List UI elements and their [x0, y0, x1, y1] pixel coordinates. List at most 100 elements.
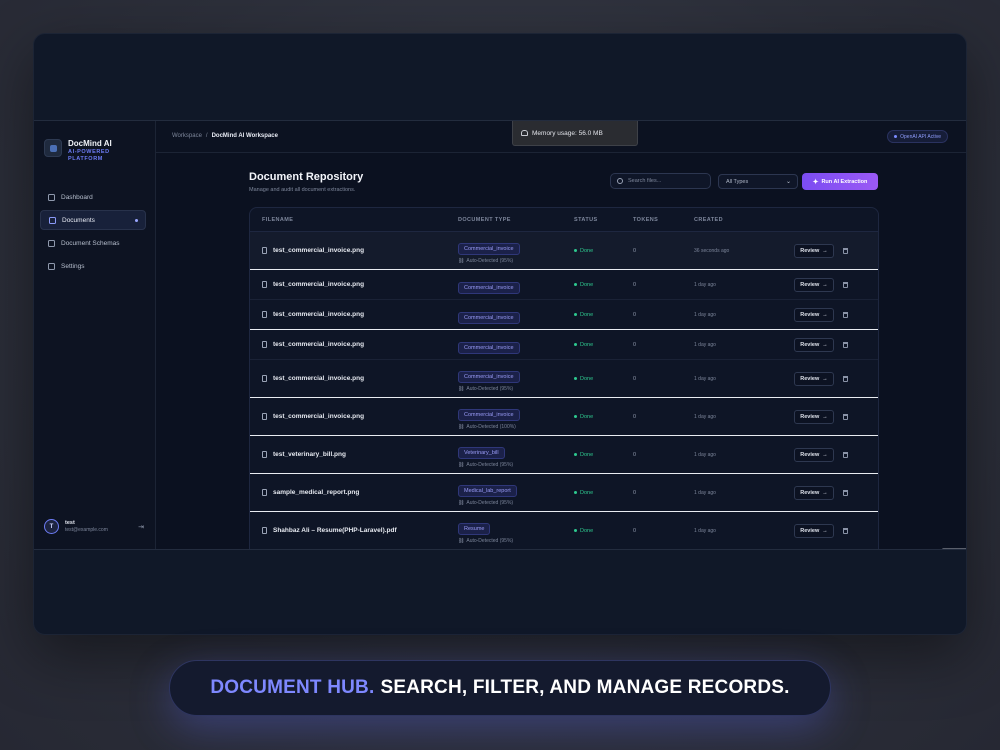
status-badge: Done	[574, 414, 633, 420]
grid-icon	[48, 193, 55, 201]
review-button[interactable]: Review →	[794, 337, 834, 352]
auto-detected-note: ⛓ Auto-Detected (100%)	[458, 424, 574, 430]
status-text: Done	[580, 489, 594, 496]
filename-text: test_veterinary_bill.png	[273, 451, 346, 458]
column-header-created[interactable]: CREATED	[694, 217, 794, 223]
table-row[interactable]: test_commercial_invoice.png Commercial_in…	[250, 330, 878, 360]
filename-text: Shahbaz Ali – Resume(PHP-Laravel).pdf	[273, 527, 397, 534]
cell-created: 1 day ago	[694, 375, 716, 382]
sidebar-item-dashboard[interactable]: Dashboard	[40, 187, 146, 207]
app-window: DocMind AI AI-POWERED PLATFORM Dashboard…	[34, 120, 966, 550]
trash-icon[interactable]	[843, 375, 848, 382]
filename-text: test_commercial_invoice.png	[273, 281, 365, 288]
user-profile: T test test@example.com ⇥	[44, 519, 144, 534]
table-row[interactable]: test_commercial_invoice.png Commercial_in…	[250, 398, 878, 436]
cell-status: Done	[574, 414, 633, 420]
review-button-label: Review	[800, 489, 820, 496]
review-button[interactable]: Review →	[794, 447, 834, 462]
search-box	[610, 173, 711, 189]
cell-filename: test_commercial_invoice.png	[250, 375, 458, 382]
cell-filename: test_commercial_invoice.png	[250, 311, 458, 318]
status-dot-icon	[574, 415, 577, 418]
cell-created: 1 day ago	[694, 281, 716, 288]
type-filter-select[interactable]: All Types ⌄	[718, 174, 798, 189]
file-icon	[262, 375, 267, 382]
file-icon	[262, 247, 267, 254]
filename: test_veterinary_bill.png	[262, 451, 458, 458]
memory-icon	[521, 130, 528, 136]
cell-status: Done	[574, 452, 633, 458]
run-button-label: Run AI Extraction	[821, 178, 868, 185]
document-type-badge: Commercial_invoice	[458, 311, 520, 324]
file-icon	[262, 413, 267, 420]
breadcrumb-separator: /	[205, 133, 208, 139]
api-status-label: OpenAI API Active	[900, 133, 941, 140]
file-icon	[262, 527, 267, 534]
sidebar-item-settings[interactable]: Settings	[40, 256, 146, 276]
search-input[interactable]	[628, 178, 703, 184]
status-text: Done	[580, 281, 594, 288]
auto-detected-note: ⛓ Auto-Detected (95%)	[458, 500, 574, 506]
review-button[interactable]: Review →	[794, 277, 834, 292]
filename: Shahbaz Ali – Resume(PHP-Laravel).pdf	[262, 527, 458, 534]
cell-created: 1 day ago	[694, 413, 716, 420]
sidebar-item-document-schemas[interactable]: Document Schemas	[40, 233, 146, 253]
status-badge: Done	[574, 248, 633, 254]
column-header-status[interactable]: STATUS	[574, 217, 633, 223]
table-row[interactable]: test_commercial_invoice.png Commercial_in…	[250, 360, 878, 398]
status-dot-icon	[574, 313, 577, 316]
auto-detected-note: ⛓ Auto-Detected (95%)	[458, 538, 574, 544]
review-button[interactable]: Review →	[794, 307, 834, 322]
brand-tagline: AI-POWERED PLATFORM	[68, 149, 110, 162]
table-row[interactable]: Shahbaz Ali – Resume(PHP-Laravel).pdf Res…	[250, 512, 878, 549]
cell-status: Done	[574, 528, 633, 534]
type-filter-value: All Types	[726, 178, 749, 185]
status-text: Done	[580, 451, 594, 458]
column-header-filename[interactable]: FILENAME	[250, 217, 458, 223]
table-row[interactable]: test_commercial_invoice.png Commercial_in…	[250, 300, 878, 330]
trash-icon[interactable]	[843, 247, 848, 254]
cell-document-type: Veterinary_bill ⛓ Auto-Detected (95%)	[458, 441, 574, 468]
table-row[interactable]: test_commercial_invoice.png Commercial_in…	[250, 232, 878, 270]
avatar[interactable]: T	[44, 519, 59, 534]
file-icon	[262, 281, 267, 288]
filename-text: test_commercial_invoice.png	[273, 413, 365, 420]
column-header-document-type[interactable]: DOCUMENT TYPE	[458, 217, 574, 223]
breadcrumb-root[interactable]: Workspace	[172, 133, 202, 139]
trash-icon[interactable]	[843, 281, 848, 288]
filename: test_commercial_invoice.png	[262, 311, 458, 318]
review-button[interactable]: Review →	[794, 409, 834, 424]
table-row[interactable]: sample_medical_report.png Medical_lab_rep…	[250, 474, 878, 512]
search-icon	[617, 178, 623, 184]
table-row[interactable]: test_veterinary_bill.png Veterinary_bill ⛓…	[250, 436, 878, 474]
user-name: test	[65, 519, 75, 526]
run-ai-extraction-button[interactable]: ✦ Run AI Extraction	[802, 173, 878, 190]
sidebar-item-documents[interactable]: Documents	[40, 210, 146, 230]
status-badge: Done	[574, 528, 633, 534]
review-button[interactable]: Review →	[794, 523, 834, 538]
filename: test_commercial_invoice.png	[262, 413, 458, 420]
trash-icon[interactable]	[843, 451, 848, 458]
scrollbar-thumb[interactable]	[942, 548, 966, 549]
trash-icon[interactable]	[843, 489, 848, 496]
review-button[interactable]: Review →	[794, 243, 834, 258]
memory-usage-label: Memory usage: 56.0 MB	[532, 129, 603, 137]
review-button[interactable]: Review →	[794, 371, 834, 386]
status-badge: Done	[574, 376, 633, 382]
trash-icon[interactable]	[843, 527, 848, 534]
trash-icon[interactable]	[843, 311, 848, 318]
document-type-badge: Commercial_invoice	[458, 371, 520, 383]
cell-created: 1 day ago	[694, 489, 716, 496]
table-row[interactable]: test_commercial_invoice.png Commercial_in…	[250, 270, 878, 300]
auto-detected-text: Auto-Detected (95%)	[466, 386, 514, 392]
status-badge: Done	[574, 282, 633, 288]
filename: test_commercial_invoice.png	[262, 341, 458, 348]
column-header-tokens[interactable]: TOKENS	[633, 217, 694, 223]
cell-tokens: 0	[633, 247, 637, 254]
arrow-right-icon: →	[822, 281, 828, 288]
trash-icon[interactable]	[843, 413, 848, 420]
trash-icon[interactable]	[843, 341, 848, 348]
auto-detected-text: Auto-Detected (95%)	[466, 500, 514, 506]
logout-icon[interactable]: ⇥	[138, 523, 144, 531]
review-button[interactable]: Review →	[794, 485, 834, 500]
